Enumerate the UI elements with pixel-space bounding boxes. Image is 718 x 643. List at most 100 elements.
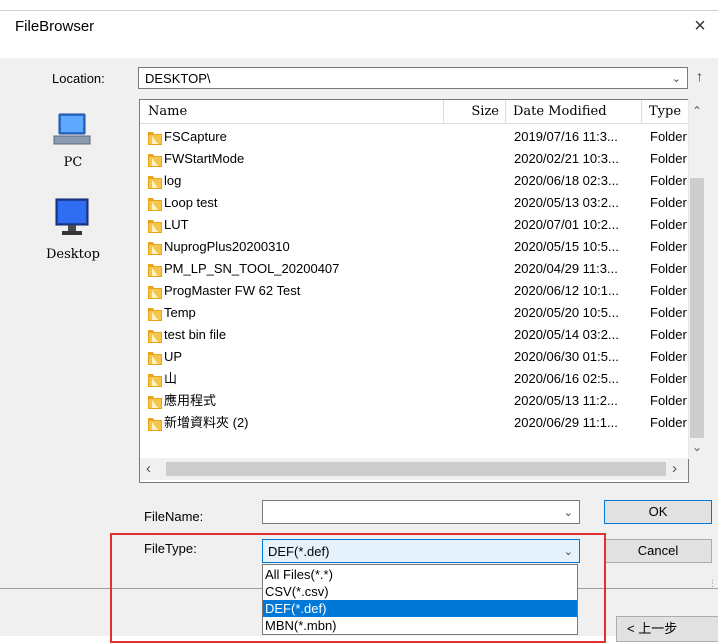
location-value: DESKTOP\ [145, 71, 211, 86]
file-date: 2020/06/12 10:1... [514, 283, 619, 298]
file-name: log [164, 173, 182, 188]
file-type: Folder [650, 327, 687, 342]
file-type: Folder [650, 261, 687, 276]
file-name: FWStartMode [164, 151, 245, 166]
close-icon[interactable]: × [690, 16, 710, 36]
file-date: 2020/07/01 10:2... [514, 217, 619, 232]
chevron-down-icon[interactable]: ⌄ [672, 72, 681, 85]
file-name: 山 [164, 371, 178, 386]
file-type: Folder [650, 217, 687, 232]
folder-icon [148, 372, 162, 387]
folder-icon [148, 328, 162, 343]
folder-icon [148, 262, 162, 277]
filename-combobox[interactable]: ⌄ [262, 500, 580, 524]
file-name: Loop test [164, 195, 218, 210]
file-name: ProgMaster FW 62 Test [164, 283, 301, 298]
file-row[interactable]: LUT 2020/07/01 10:2... Folder [140, 214, 688, 236]
file-date: 2020/05/13 11:2... [514, 393, 618, 408]
file-row[interactable]: Loop test 2020/05/13 03:2... Folder [140, 192, 688, 214]
folder-icon [148, 130, 162, 145]
file-date: 2020/06/16 02:5... [514, 371, 619, 386]
file-row[interactable]: 應用程式 2020/05/13 11:2... Folder [140, 390, 688, 412]
scroll-up-icon[interactable]: ⌃ [690, 104, 704, 118]
pc-icon[interactable] [50, 110, 94, 150]
file-date: 2019/07/16 11:3... [514, 129, 618, 144]
resize-grip-icon[interactable]: ⋮ [708, 578, 717, 589]
file-date: 2020/05/13 03:2... [514, 195, 619, 210]
file-row[interactable]: 新增資料夾 (2) 2020/06/29 11:1... Folder [140, 412, 688, 434]
file-row[interactable]: test bin file 2020/05/14 03:2... Folder [140, 324, 688, 346]
file-row[interactable]: UP 2020/06/30 01:5... Folder [140, 346, 688, 368]
location-combobox[interactable]: DESKTOP\ ⌄ [138, 67, 688, 89]
folder-icon [148, 416, 162, 431]
file-type: Folder [650, 283, 687, 298]
file-type: Folder [650, 393, 687, 408]
file-name: 應用程式 [164, 393, 217, 408]
file-type: Folder [650, 129, 687, 144]
file-date: 2020/05/14 03:2... [514, 327, 619, 342]
file-type: Folder [650, 371, 687, 386]
location-label: Location: [52, 71, 105, 86]
file-row[interactable]: ProgMaster FW 62 Test 2020/06/12 10:1... F… [140, 280, 688, 302]
file-type: Folder [650, 151, 687, 166]
file-date: 2020/05/20 10:5... [514, 305, 619, 320]
folder-icon [148, 174, 162, 189]
file-type: Folder [650, 305, 687, 320]
file-name: LUT [164, 217, 189, 232]
annotation-highlight-box [110, 533, 606, 643]
file-row[interactable]: 山 2020/06/16 02:5... Folder [140, 368, 688, 390]
file-row[interactable]: Temp 2020/05/20 10:5... Folder [140, 302, 688, 324]
window-top-border [0, 10, 718, 11]
file-name: test bin file [164, 327, 227, 342]
file-row[interactable]: NuprogPlus20200310 2020/05/15 10:5... Fold… [140, 236, 688, 258]
folder-icon [148, 394, 162, 409]
file-date: 2020/04/29 11:3... [514, 261, 618, 276]
file-date: 2020/06/30 01:5... [514, 349, 619, 364]
filename-label: FileName: [144, 509, 204, 524]
folder-icon [148, 218, 162, 233]
file-name: NuprogPlus20200310 [164, 239, 290, 254]
window-title: FileBrowser [15, 18, 95, 35]
column-header-name[interactable]: Name [140, 100, 444, 124]
file-type: Folder [650, 415, 687, 430]
file-date: 2020/05/15 10:5... [514, 239, 619, 254]
file-type: Folder [650, 349, 687, 364]
file-name: 新增資料夾 (2) [164, 415, 249, 430]
folder-icon [148, 284, 162, 299]
file-type: Folder [650, 195, 687, 210]
file-row[interactable]: FWStartMode 2020/02/21 10:3... Folder [140, 148, 688, 170]
file-date: 2020/02/21 10:3... [514, 151, 619, 166]
file-name: PM_LP_SN_TOOL_20200407 [164, 261, 340, 276]
file-name: Temp [164, 305, 196, 320]
file-row[interactable]: FSCapture 2019/07/16 11:3... Folder [140, 126, 688, 148]
back-button[interactable]: < 上一步 [616, 616, 718, 642]
cancel-button[interactable]: Cancel [604, 539, 712, 563]
file-date: 2020/06/29 11:1... [514, 415, 618, 430]
folder-icon [148, 152, 162, 167]
column-header-type[interactable]: Type [642, 100, 688, 124]
place-pc-label[interactable]: PC [33, 155, 113, 170]
file-name: FSCapture [164, 129, 227, 144]
scroll-right-icon[interactable]: › [672, 460, 677, 477]
vertical-scroll-thumb[interactable] [690, 178, 704, 438]
folder-icon [148, 306, 162, 321]
column-header-size[interactable]: Size [444, 100, 506, 124]
chevron-down-icon[interactable]: ⌄ [564, 506, 573, 519]
folder-icon [148, 196, 162, 211]
file-name: UP [164, 349, 183, 364]
scroll-left-icon[interactable]: ‹ [146, 460, 151, 477]
place-desktop-label[interactable]: Desktop [33, 247, 113, 262]
file-row[interactable]: PM_LP_SN_TOOL_20200407 2020/04/29 11:3...… [140, 258, 688, 280]
file-type: Folder [650, 173, 687, 188]
up-folder-icon[interactable]: ↑ [696, 68, 703, 84]
ok-button[interactable]: OK [604, 500, 712, 524]
desktop-icon[interactable] [50, 195, 94, 241]
file-type: Folder [650, 239, 687, 254]
scroll-down-icon[interactable]: ⌄ [690, 440, 704, 454]
column-header-date[interactable]: Date Modified [506, 100, 642, 124]
file-row[interactable]: log 2020/06/18 02:3... Folder [140, 170, 688, 192]
folder-icon [148, 350, 162, 365]
file-date: 2020/06/18 02:3... [514, 173, 619, 188]
horizontal-scroll-thumb[interactable] [166, 462, 666, 476]
file-list[interactable]: Name Size Date Modified Type FSCapture 20… [139, 99, 689, 483]
